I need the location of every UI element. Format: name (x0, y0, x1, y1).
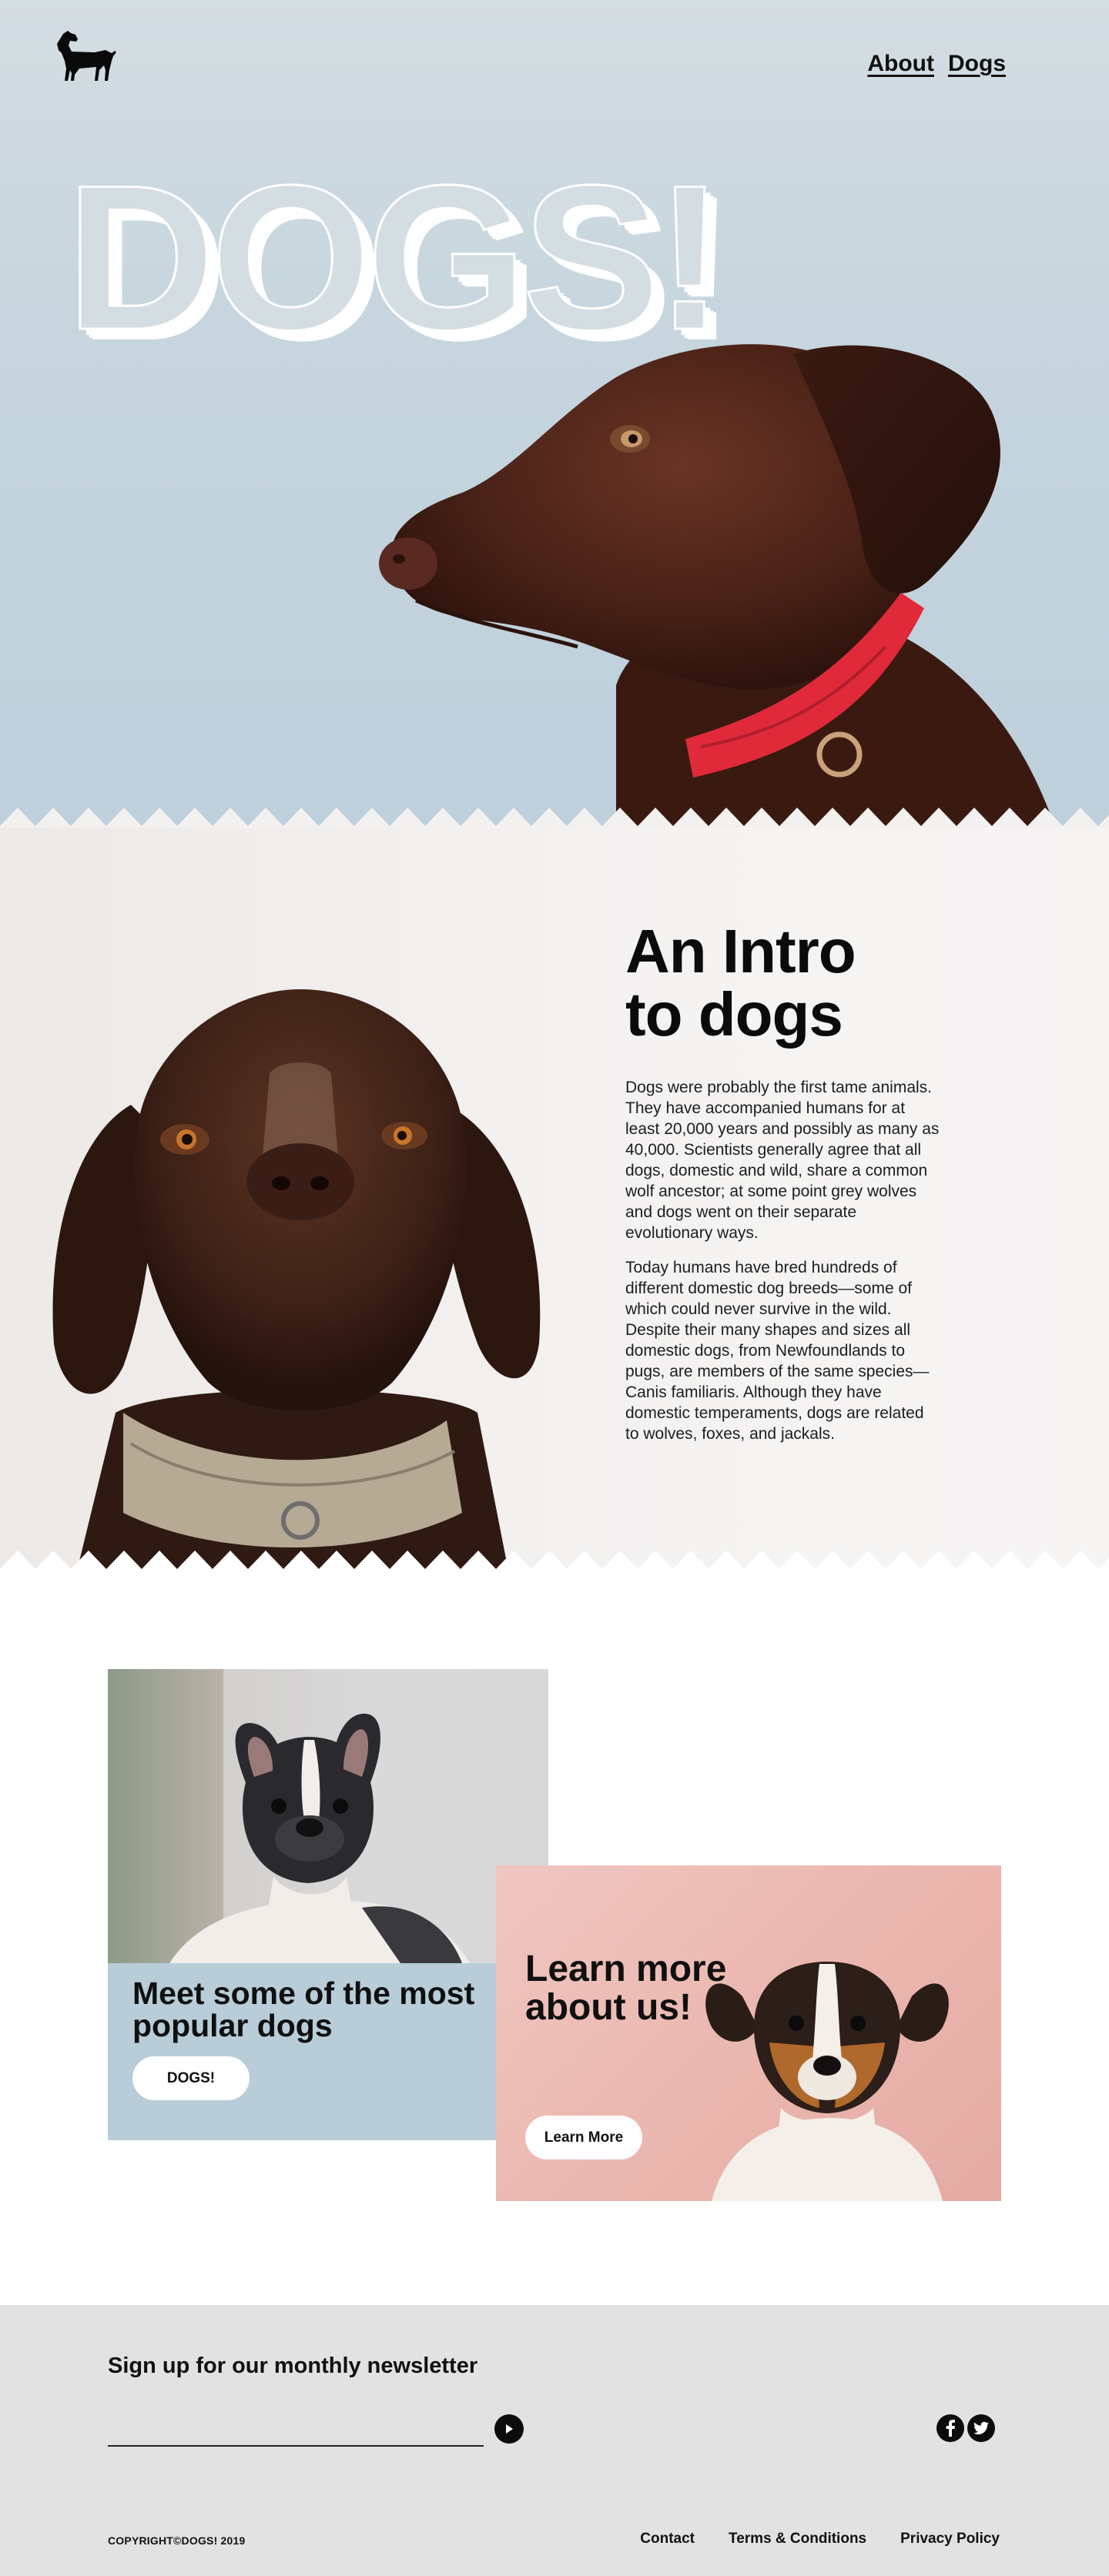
intro-paragraph: Today humans have bred hundreds of diffe… (625, 1259, 930, 1443)
learn-more-card: Learn more about us! Learn More (496, 1865, 1001, 2201)
footer-link-contact[interactable]: Contact (640, 2531, 695, 2548)
twitter-link[interactable] (967, 2414, 995, 2442)
footer: Sign up for our monthly newsletter COPYR… (0, 2305, 1109, 2576)
facebook-link[interactable] (936, 2414, 964, 2442)
dog-silhouette-icon[interactable] (57, 26, 134, 88)
twitter-icon (973, 2421, 989, 2434)
intro-heading-line2: to dogs (625, 980, 843, 1049)
hero-section: About Dogs DOGS! (0, 0, 1109, 828)
footer-links: Contact Terms & Conditions Privacy Polic… (640, 2531, 1000, 2548)
copyright-text: COPYRIGHT©DOGS! 2019 (108, 2534, 246, 2547)
intro-paragraph: Dogs were probably the first tame animal… (625, 1079, 940, 1242)
learn-more-button[interactable]: Learn More (525, 2116, 642, 2159)
chocolate-labrador-photo (379, 344, 1055, 828)
newsletter-email-input[interactable] (108, 2419, 484, 2447)
newsletter-submit-button[interactable] (494, 2414, 524, 2444)
nav-link-about[interactable]: About (867, 51, 934, 77)
popular-dogs-title: Meet some of the most popular dogs (132, 1975, 475, 2043)
newsletter-title: Sign up for our monthly newsletter (108, 2354, 478, 2378)
dogs-button[interactable]: DOGS! (132, 2056, 250, 2100)
footer-link-privacy[interactable]: Privacy Policy (900, 2531, 1000, 2548)
hero-zigzag-divider (0, 808, 1109, 828)
nav-link-dogs[interactable]: Dogs (948, 51, 1006, 77)
intro-heading: An Intro to dogs (625, 920, 941, 1046)
main-nav: About Dogs (867, 51, 1006, 77)
popular-dogs-card: Meet some of the most popular dogs DOGS! (108, 1669, 548, 2140)
french-bulldog-photo (108, 1669, 548, 1963)
jack-russell-terrier-photo (705, 1962, 949, 2201)
play-arrow-icon (506, 2424, 513, 2434)
intro-heading-line1: An Intro (625, 917, 856, 985)
facebook-icon (946, 2420, 955, 2437)
intro-text-block: An Intro to dogs Dogs were probably the … (625, 920, 941, 1444)
footer-link-terms[interactable]: Terms & Conditions (729, 2531, 866, 2548)
intro-section: An Intro to dogs Dogs were probably the … (0, 828, 1109, 1571)
intro-zigzag-divider (0, 1551, 1109, 1571)
brown-pointer-dog-photo (52, 989, 541, 1571)
